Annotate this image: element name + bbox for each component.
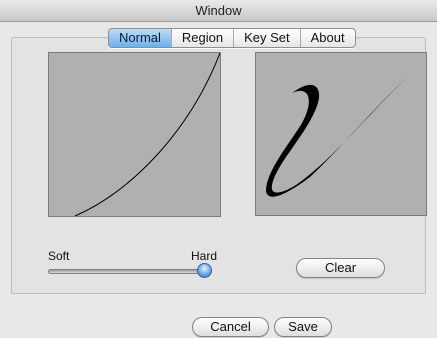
hardness-slider[interactable] — [48, 269, 212, 274]
window-title: Window — [195, 3, 242, 18]
slider-min-label: Soft — [48, 249, 70, 263]
slider-max-label: Hard — [191, 249, 218, 263]
tab-about[interactable]: About — [301, 29, 355, 47]
cancel-button[interactable]: Cancel — [192, 317, 269, 337]
pressure-curve-graph — [74, 52, 221, 217]
test-stroke — [266, 77, 408, 197]
pressure-curve-line — [74, 52, 221, 217]
clear-button[interactable]: Clear — [296, 258, 385, 278]
test-stroke-drawing — [266, 77, 408, 197]
tab-key-set[interactable]: Key Set — [234, 29, 301, 47]
hardness-slider-thumb[interactable] — [197, 263, 212, 278]
tab-bar: Normal Region Key Set About — [108, 28, 356, 48]
pressure-curve-canvas[interactable] — [48, 52, 221, 217]
drawing-test-canvas[interactable] — [255, 52, 427, 216]
save-button[interactable]: Save — [274, 317, 332, 337]
title-bar: Window — [0, 0, 437, 22]
tab-normal[interactable]: Normal — [109, 29, 172, 47]
tab-region[interactable]: Region — [172, 29, 235, 47]
